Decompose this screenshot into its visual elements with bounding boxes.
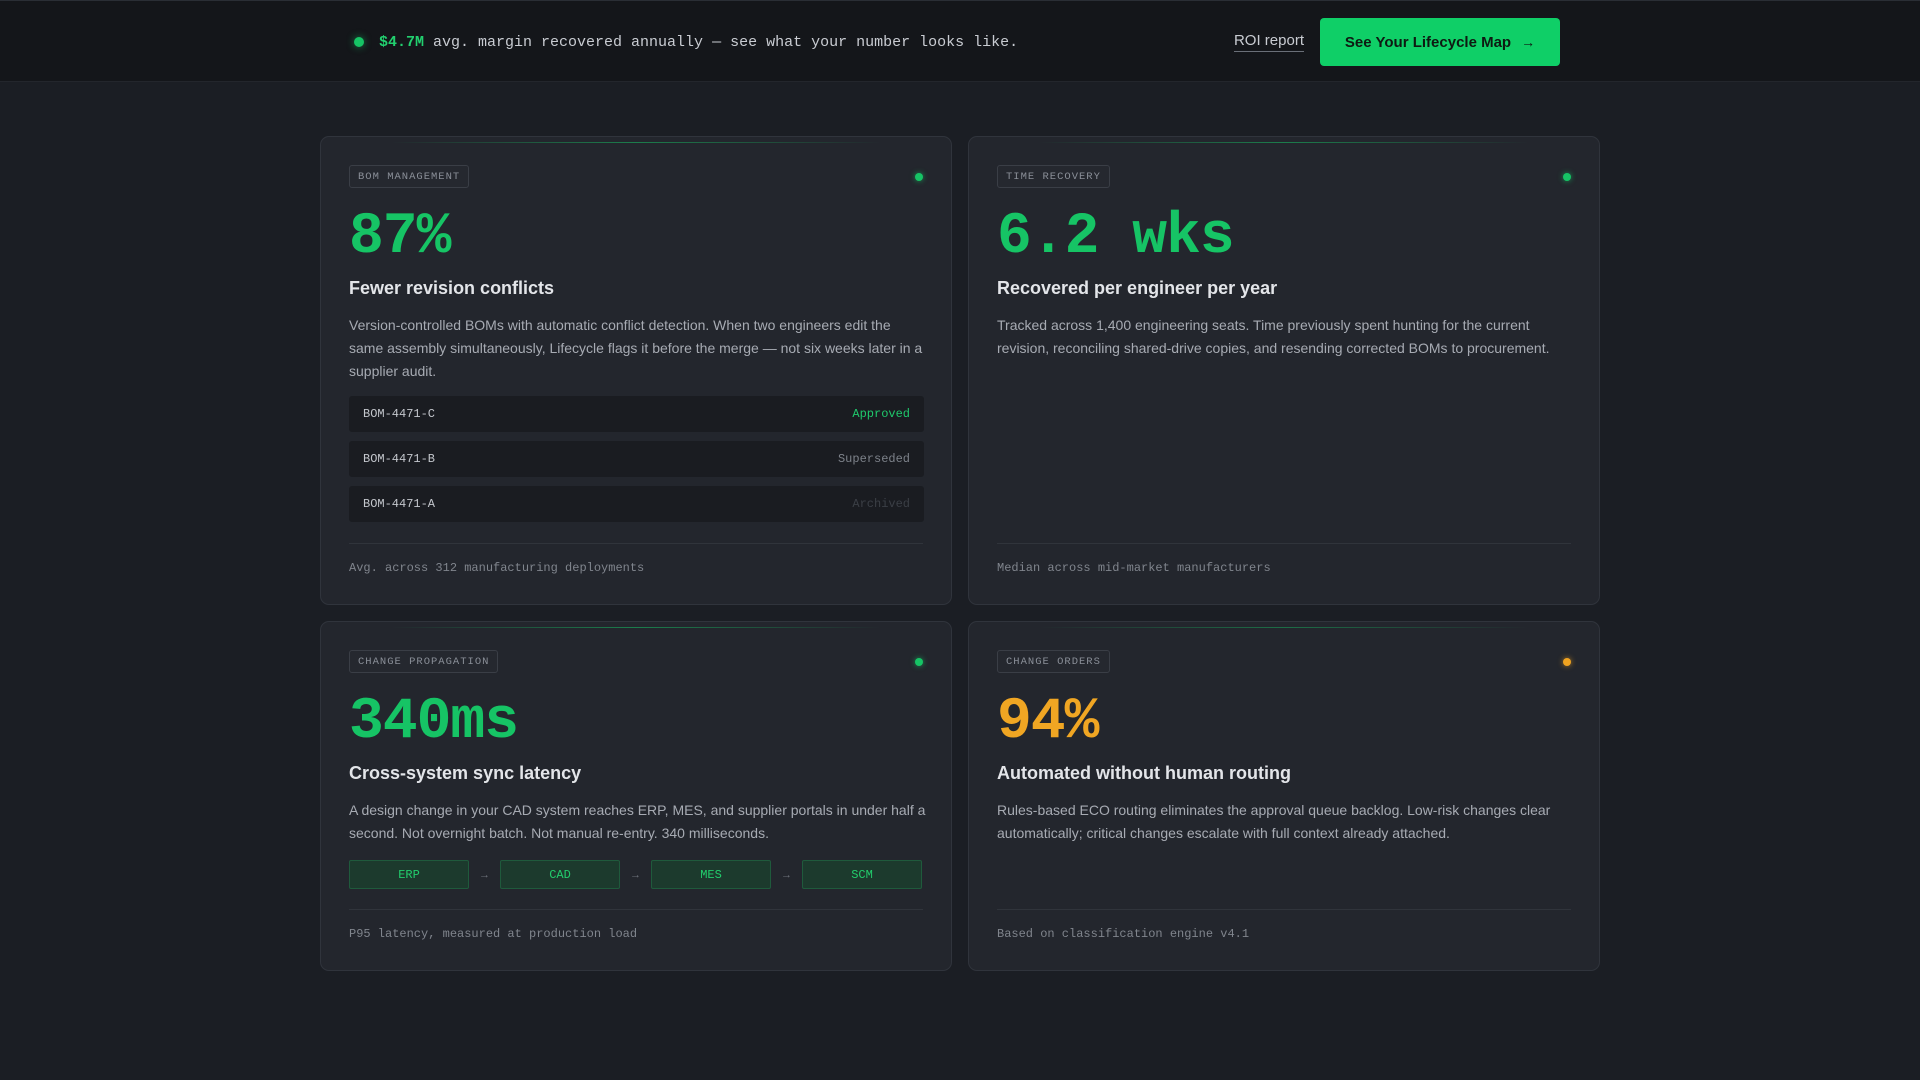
banner-highlight-value: $4.7M [379,33,425,51]
roi-report-link[interactable]: ROI report [1233,32,1304,52]
card-tag: BOM MANAGEMENT [349,165,470,188]
card-tag: CHANGE PROPAGATION [349,650,499,673]
card-title: Cross-system sync latency [349,763,582,783]
banner-message: $4.7M avg. margin recovered annually — s… [379,34,1018,51]
bom-status: Archived [852,497,910,511]
bom-status: Approved [852,407,910,421]
card-title: Recovered per engineer per year [997,278,1278,298]
pipeline-node-mes[interactable]: MES [651,860,771,889]
top-banner: $4.7M avg. margin recovered annually — s… [0,0,1920,82]
pipeline-node-scm[interactable]: SCM [802,860,922,889]
arrow-right-icon: → [630,868,641,881]
card-footnote: Based on classification engine v4.1 [997,927,1250,941]
bom-revision-list: BOM-4471-C Approved BOM-4471-B Supersede… [349,396,924,531]
card-divider [997,909,1571,910]
card-description: Rules-based ECO routing eliminates the a… [997,802,1551,841]
card-divider [997,543,1571,544]
card-tag: CHANGE ORDERS [997,650,1110,673]
metric-value: 87% [349,205,451,270]
pipeline-node-cad[interactable]: CAD [500,860,620,889]
bom-status: Superseded [837,452,910,466]
card-divider [349,909,923,910]
card-footnote: Median across mid-market manufacturers [997,561,1271,575]
see-lifecycle-map-button[interactable]: See Your Lifecycle Map → [1320,18,1560,66]
live-indicator-icon [354,37,364,47]
card-change-propagation: CHANGE PROPAGATION 340ms Cross-system sy… [320,621,952,971]
arrow-right-icon: → [479,868,490,881]
card-footnote: P95 latency, measured at production load [349,927,638,941]
status-dot-icon [1563,658,1571,666]
card-description: Version-controlled BOMs with automatic c… [349,317,923,379]
metric-value: 340ms [349,690,519,755]
bom-row[interactable]: BOM-4471-C Approved [349,396,924,432]
bom-id: BOM-4471-A [363,497,436,511]
card-description: A design change in your CAD system reach… [349,802,926,841]
pipeline-node-erp[interactable]: ERP [349,860,469,889]
cta-label: See Your Lifecycle Map [1344,33,1512,51]
sync-pipeline: ERP → CAD → MES → SCM [349,860,924,889]
bom-id: BOM-4471-C [363,407,436,421]
arrow-right-icon: → [1521,34,1536,50]
status-dot-icon [1563,173,1571,181]
status-dot-icon [915,173,923,181]
card-footnote: Avg. across 312 manufacturing deployment… [349,561,645,575]
bom-row[interactable]: BOM-4471-A Archived [349,486,924,522]
card-bom-management: BOM MANAGEMENT 87% Fewer revision confli… [320,136,952,605]
banner-message-text: avg. margin recovered annually — see wha… [424,33,1019,51]
bom-row[interactable]: BOM-4471-B Superseded [349,441,924,477]
top-banner-inner: $4.7M avg. margin recovered annually — s… [354,1,1560,83]
card-title: Automated without human routing [997,763,1291,783]
card-time-recovery: TIME RECOVERY 6.2 wks Recovered per engi… [968,136,1600,605]
card-change-orders: CHANGE ORDERS 94% Automated without huma… [968,621,1600,971]
arrow-right-icon: → [781,868,792,881]
bom-id: BOM-4471-B [363,452,436,466]
metric-value: 6.2 wks [997,205,1235,270]
card-tag: TIME RECOVERY [997,165,1110,188]
metric-value: 94% [997,690,1099,755]
card-divider [349,543,923,544]
status-dot-icon [915,658,923,666]
card-title: Fewer revision conflicts [349,278,555,298]
card-description: Tracked across 1,400 engineering seats. … [997,317,1550,356]
